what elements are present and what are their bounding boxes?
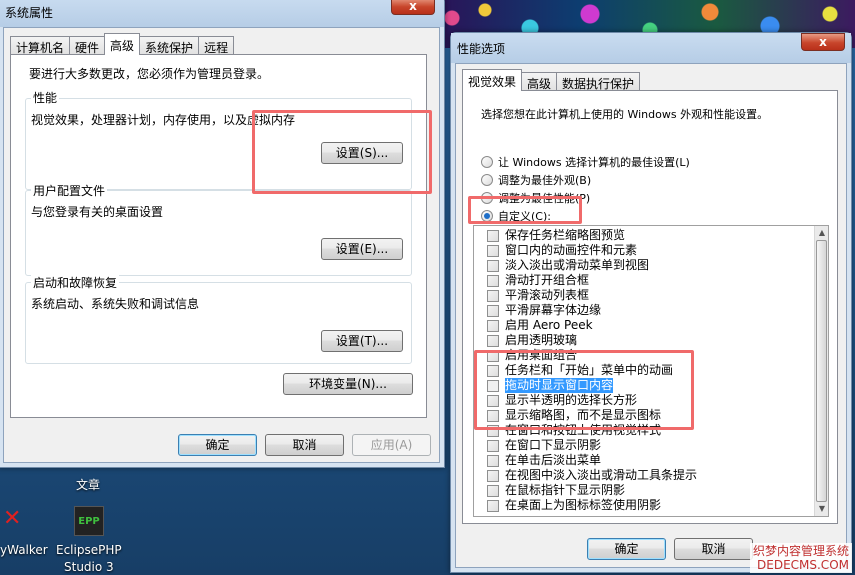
advanced-tab-page: 要进行大多数更改，您必须作为管理员登录。 性能 视觉效果，处理器计划，内存使用，… (10, 54, 427, 418)
tab-computer-name[interactable]: 计算机名 (10, 36, 71, 55)
option-label: 在视图中淡入淡出或滑动工具条提示 (505, 468, 698, 482)
dialog-body: 计算机名 硬件 高级 系统保护 远程 要进行大多数更改，您必须作为管理员登录。 … (3, 27, 440, 463)
tab-hardware[interactable]: 硬件 (69, 36, 106, 55)
list-item[interactable]: 窗口内的动画控件和元素 (474, 243, 828, 258)
list-item[interactable]: 在单击后淡出菜单 (474, 453, 828, 468)
ok-button[interactable]: 确定 (587, 538, 666, 560)
option-label: 平滑滚动列表框 (505, 288, 590, 302)
option-label: 在鼠标指针下显示阴影 (505, 483, 626, 497)
tab-advanced[interactable]: 高级 (104, 33, 141, 55)
checkbox[interactable] (487, 274, 499, 287)
option-label: 在桌面上为图标标签使用阴影 (505, 498, 662, 512)
option-label: 在单击后淡出菜单 (505, 453, 602, 467)
startup-recovery-label: 启动和故障恢复 (31, 274, 120, 291)
desktop-icon-studio3[interactable]: Studio 3 (64, 560, 114, 574)
admin-note: 要进行大多数更改，您必须作为管理员登录。 (29, 67, 270, 81)
system-properties-window: 系统属性 x 计算机名 硬件 高级 系统保护 远程 要进行大多数更改，您必须作为… (0, 0, 445, 468)
option-label: 平滑屏幕字体边缘 (505, 303, 602, 317)
checkbox[interactable] (487, 229, 499, 242)
desktop-icon-label-article[interactable]: 文章 (76, 476, 100, 493)
radio-best-appearance[interactable]: 调整为最佳外观(B) (481, 172, 591, 188)
checkbox[interactable] (487, 289, 499, 302)
vertical-scrollbar[interactable]: ▲ ▼ (814, 226, 828, 516)
list-item[interactable]: 保存任务栏缩略图预览 (474, 228, 828, 243)
performance-label: 性能 (31, 89, 60, 106)
option-label: 启用透明玻璃 (505, 333, 578, 347)
close-button[interactable]: x (801, 33, 845, 51)
window-title: 系统属性 (5, 6, 54, 20)
checkbox[interactable] (487, 334, 499, 347)
radio-label: 调整为最佳外观(B) (498, 174, 592, 187)
tab-strip: 计算机名 硬件 高级 系统保护 远程 (10, 33, 235, 55)
user-profile-settings-button[interactable]: 设置(E)... (321, 238, 403, 260)
radio-label: 让 Windows 选择计算机的最佳设置(L) (498, 156, 690, 169)
ok-button[interactable]: 确定 (178, 434, 257, 456)
option-label: 滑动打开组合框 (505, 273, 590, 287)
checkbox[interactable] (487, 439, 499, 452)
window-title: 性能选项 (457, 42, 506, 56)
user-profile-label: 用户配置文件 (31, 182, 108, 199)
checkbox[interactable] (487, 454, 499, 467)
checkbox[interactable] (487, 319, 499, 332)
performance-options-window: 性能选项 x 视觉效果 高级 数据执行保护 选择您想在此计算机上使用的 Wind… (450, 32, 852, 573)
startup-recovery-settings-button[interactable]: 设置(T)... (321, 330, 403, 352)
title-bar: 系统属性 x (0, 0, 444, 27)
option-label: 在窗口下显示阴影 (505, 438, 602, 452)
red-x-icon[interactable]: ✕ (3, 506, 21, 531)
tab-data-execution-prevention[interactable]: 数据执行保护 (556, 72, 641, 91)
apply-button[interactable]: 应用(A) (352, 434, 431, 456)
radio-let-windows-choose[interactable]: 让 Windows 选择计算机的最佳设置(L) (481, 154, 690, 170)
cancel-button[interactable]: 取消 (674, 538, 753, 560)
list-item[interactable]: 在窗口下显示阴影 (474, 438, 828, 453)
radio-dot (481, 156, 493, 168)
tab-system-protection[interactable]: 系统保护 (139, 36, 200, 55)
option-label: 保存任务栏缩略图预览 (505, 228, 626, 242)
list-item[interactable]: 在鼠标指针下显示阴影 (474, 483, 828, 498)
close-button[interactable]: x (391, 0, 435, 15)
startup-recovery-description: 系统启动、系统失败和调试信息 (31, 297, 200, 311)
tab-strip: 视觉效果 高级 数据执行保护 (462, 69, 641, 91)
intro-text: 选择您想在此计算机上使用的 Windows 外观和性能设置。 (481, 108, 769, 121)
dialog-body: 视觉效果 高级 数据执行保护 选择您想在此计算机上使用的 Windows 外观和… (455, 63, 847, 568)
radio-dot (481, 174, 493, 186)
list-item[interactable]: 在视图中淡入淡出或滑动工具条提示 (474, 468, 828, 483)
list-item[interactable]: 启用透明玻璃 (474, 333, 828, 348)
desktop-icon-eclipsephp[interactable]: EclipsePHP (56, 543, 122, 557)
visual-effects-tab-page: 选择您想在此计算机上使用的 Windows 外观和性能设置。 让 Windows… (462, 90, 838, 524)
watermark-line1: 织梦内容管理系统 (752, 544, 849, 558)
list-item[interactable]: 平滑屏幕字体边缘 (474, 303, 828, 318)
tab-visual-effects[interactable]: 视觉效果 (462, 69, 523, 91)
checkbox[interactable] (487, 244, 499, 257)
watermark: 织梦内容管理系统 DEDECMS.COM (749, 543, 852, 573)
eclipse-php-icon[interactable]: EPP (74, 506, 104, 536)
tab-advanced[interactable]: 高级 (521, 72, 558, 91)
list-item[interactable]: 滑动打开组合框 (474, 273, 828, 288)
highlight-box-options (474, 350, 694, 430)
user-profile-description: 与您登录有关的桌面设置 (31, 205, 164, 219)
list-item[interactable]: 在桌面上为图标标签使用阴影 (474, 498, 828, 513)
checkbox[interactable] (487, 499, 499, 512)
list-item[interactable]: 淡入淡出或滑动菜单到视图 (474, 258, 828, 273)
scroll-up-arrow-icon[interactable]: ▲ (815, 226, 828, 240)
list-item[interactable]: 启用 Aero Peek (474, 318, 828, 333)
scrollbar-thumb[interactable] (816, 240, 827, 502)
highlight-box-custom (468, 196, 582, 224)
option-label: 启用 Aero Peek (505, 318, 593, 332)
highlight-box-performance (252, 110, 432, 194)
list-item[interactable]: 平滑滚动列表框 (474, 288, 828, 303)
checkbox[interactable] (487, 469, 499, 482)
option-label: 淡入淡出或滑动菜单到视图 (505, 258, 650, 272)
cancel-button[interactable]: 取消 (265, 434, 344, 456)
watermark-line2: DEDECMS.COM (757, 558, 849, 572)
title-bar: 性能选项 x (451, 33, 851, 63)
environment-variables-button[interactable]: 环境变量(N)... (283, 373, 413, 395)
desktop-icon-ywalker[interactable]: yWalker (0, 543, 48, 557)
checkbox[interactable] (487, 259, 499, 272)
scroll-down-arrow-icon[interactable]: ▼ (815, 502, 828, 516)
checkbox[interactable] (487, 304, 499, 317)
tab-remote[interactable]: 远程 (198, 36, 235, 55)
checkbox[interactable] (487, 484, 499, 497)
option-label: 窗口内的动画控件和元素 (505, 243, 638, 257)
